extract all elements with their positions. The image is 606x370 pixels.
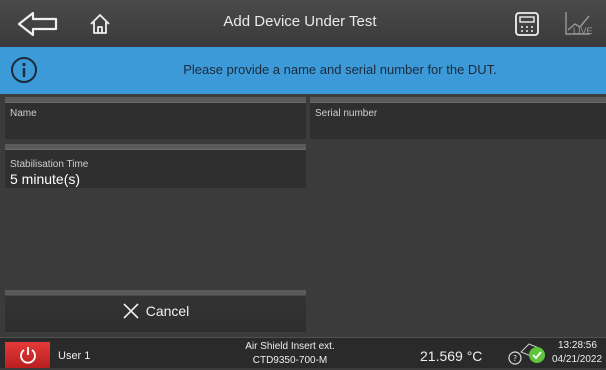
- live-button[interactable]: LIVE: [560, 9, 596, 39]
- calculator-button[interactable]: [510, 9, 544, 39]
- back-arrow-icon: [17, 11, 58, 37]
- device-line2: CTD9350-700-M: [252, 355, 328, 366]
- back-button[interactable]: [14, 8, 62, 40]
- home-button[interactable]: [84, 10, 116, 38]
- serial-number-field[interactable]: Serial number: [310, 97, 606, 139]
- power-button[interactable]: [5, 342, 50, 368]
- info-bar: Please provide a name and serial number …: [0, 47, 606, 94]
- power-icon: [19, 347, 36, 364]
- close-icon: [123, 303, 139, 319]
- top-bar: Add Device Under Test LIVE: [0, 0, 606, 47]
- stabilisation-time-value: 5 minute(s): [10, 171, 81, 187]
- info-icon: [11, 57, 37, 83]
- live-label: LIVE: [573, 26, 593, 36]
- status-bar: User 1 Air Shield Insert ext. CTD9350-70…: [0, 337, 606, 368]
- checkmark-icon: [529, 347, 545, 363]
- serial-number-label: Serial number: [315, 108, 378, 119]
- page-title: Add Device Under Test: [223, 13, 377, 30]
- cancel-label: Cancel: [145, 303, 190, 319]
- stabilisation-time-label: Stabilisation Time: [10, 159, 89, 170]
- stabilisation-time-field[interactable]: Stabilisation Time 5 minute(s): [5, 144, 306, 188]
- info-message: Please provide a name and serial number …: [183, 62, 497, 77]
- temperature-readout: 21.569 °C: [420, 348, 483, 364]
- calculator-icon: [515, 12, 539, 36]
- name-field[interactable]: Name: [5, 97, 306, 139]
- user-label: User 1: [58, 350, 91, 362]
- name-label: Name: [10, 108, 37, 119]
- home-icon: [90, 14, 110, 34]
- clock-time: 13:28:56: [558, 340, 597, 351]
- cancel-button[interactable]: Cancel: [5, 290, 306, 332]
- status-indicator[interactable]: ?: [505, 340, 549, 366]
- device-line1: Air Shield Insert ext.: [245, 341, 335, 352]
- clock-date: 04/21/2022: [552, 354, 603, 365]
- svg-text:?: ?: [513, 354, 517, 363]
